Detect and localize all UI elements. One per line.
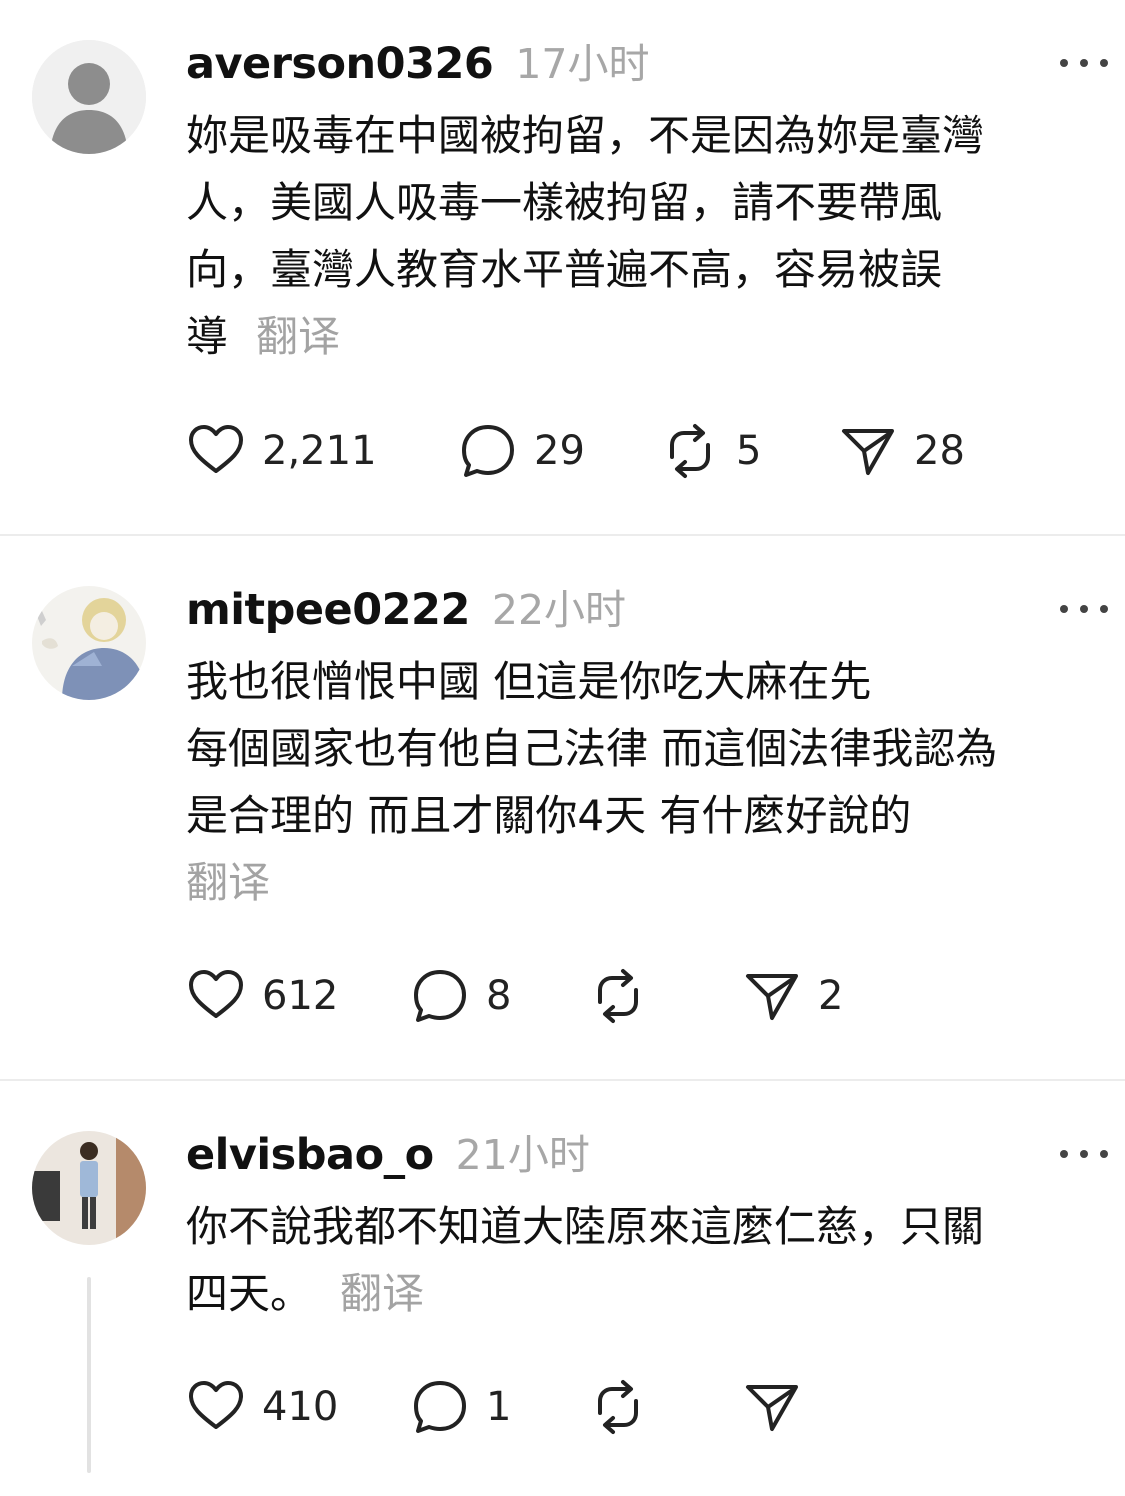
text-line: 向，臺灣人教育水平普遍不高，容易被誤 (186, 245, 943, 294)
comment-icon (414, 970, 466, 1022)
heart-icon (189, 425, 243, 473)
reply-button[interactable]: 29 (458, 421, 585, 481)
like-count: 410 (262, 1384, 339, 1430)
timestamp: 21小时 (455, 1131, 590, 1179)
more-icon[interactable] (1060, 1147, 1108, 1161)
reply-button[interactable]: 8 (410, 966, 511, 1026)
avatar[interactable] (32, 40, 146, 154)
like-count: 2,211 (262, 428, 377, 474)
comment-icon (414, 1381, 466, 1433)
timestamp: 22小时 (491, 586, 627, 634)
username[interactable]: elvisbao_o (186, 1130, 434, 1180)
send-icon (746, 974, 798, 1020)
avatar[interactable] (32, 586, 146, 700)
text-line: 四天。 (186, 1269, 313, 1318)
repost-icon (598, 1380, 638, 1434)
avatar[interactable] (32, 1131, 146, 1245)
post-header: elvisbao_o 21小时 (186, 1121, 590, 1181)
action-bar: 612 8 2 (186, 966, 1086, 1026)
post-text: 我也很憎恨中國 但這是你吃大麻在先 每個國家也有他自己法律 而這個法律我認為 是… (186, 648, 1111, 916)
more-icon[interactable] (1060, 602, 1108, 616)
send-icon (746, 1385, 798, 1431)
heart-icon (189, 970, 243, 1018)
repost-button[interactable]: 5 (660, 421, 761, 481)
action-bar: 410 1 (186, 1377, 1086, 1437)
like-button[interactable]: 410 (186, 1377, 338, 1437)
like-count: 612 (262, 973, 339, 1019)
like-button[interactable]: 2,211 (186, 421, 377, 481)
repost-icon (670, 424, 710, 478)
share-count: 2 (818, 973, 844, 1019)
post-3: elvisbao_o 21小时 你不說我都不知道大陸原來這麼仁慈，只關 四天。翻… (0, 1081, 1125, 1496)
comment-icon (462, 425, 514, 477)
translate-link[interactable]: 翻译 (340, 1269, 424, 1318)
timestamp: 17小时 (515, 40, 650, 88)
reply-button[interactable]: 1 (410, 1377, 511, 1437)
share-count: 28 (914, 428, 965, 474)
post-header: mitpee0222 22小时 (186, 576, 626, 636)
reply-count: 29 (534, 428, 585, 474)
text-line: 每個國家也有他自己法律 而這個法律我認為 (186, 724, 998, 773)
username[interactable]: mitpee0222 (186, 585, 470, 635)
translate-link[interactable]: 翻译 (256, 312, 340, 361)
text-line: 人，美國人吸毒一樣被拘留，請不要帶風 (186, 178, 943, 227)
more-icon[interactable] (1060, 56, 1108, 70)
repost-icon (598, 969, 638, 1023)
send-icon (842, 429, 894, 475)
text-line: 妳是吸毒在中國被拘留，不是因為妳是臺灣 (186, 111, 985, 160)
action-bar: 2,211 29 5 28 (186, 421, 1086, 481)
like-button[interactable]: 612 (186, 966, 338, 1026)
text-line: 我也很憎恨中國 但這是你吃大麻在先 (186, 657, 872, 706)
share-button[interactable] (742, 1377, 802, 1437)
share-button[interactable]: 2 (742, 966, 843, 1026)
repost-count: 5 (736, 428, 762, 474)
text-line: 是合理的 而且才關你4天 有什麼好說的 (186, 791, 912, 840)
text-line: 你不說我都不知道大陸原來這麼仁慈，只關 (186, 1202, 985, 1251)
repost-button[interactable] (588, 966, 648, 1026)
reply-count: 8 (486, 973, 512, 1019)
username[interactable]: averson0326 (186, 39, 494, 89)
reply-count: 1 (486, 1384, 512, 1430)
post-text: 妳是吸毒在中國被拘留，不是因為妳是臺灣 人，美國人吸毒一樣被拘留，請不要帶風 向… (186, 102, 1111, 370)
translate-link[interactable]: 翻译 (186, 858, 270, 907)
post-text: 你不說我都不知道大陸原來這麼仁慈，只關 四天。 翻译 (186, 1193, 1111, 1327)
share-button[interactable]: 28 (838, 421, 965, 481)
post-header: averson0326 17小时 (186, 30, 650, 90)
post-2: mitpee0222 22小时 我也很憎恨中國 但這是你吃大麻在先 每個國家也有… (0, 536, 1125, 1079)
text-line: 導 (186, 312, 229, 361)
post-1: averson0326 17小时 妳是吸毒在中國被拘留，不是因為妳是臺灣 人，美… (0, 0, 1125, 534)
thread-line (87, 1277, 91, 1473)
repost-button[interactable] (588, 1377, 648, 1437)
heart-icon (189, 1381, 243, 1429)
